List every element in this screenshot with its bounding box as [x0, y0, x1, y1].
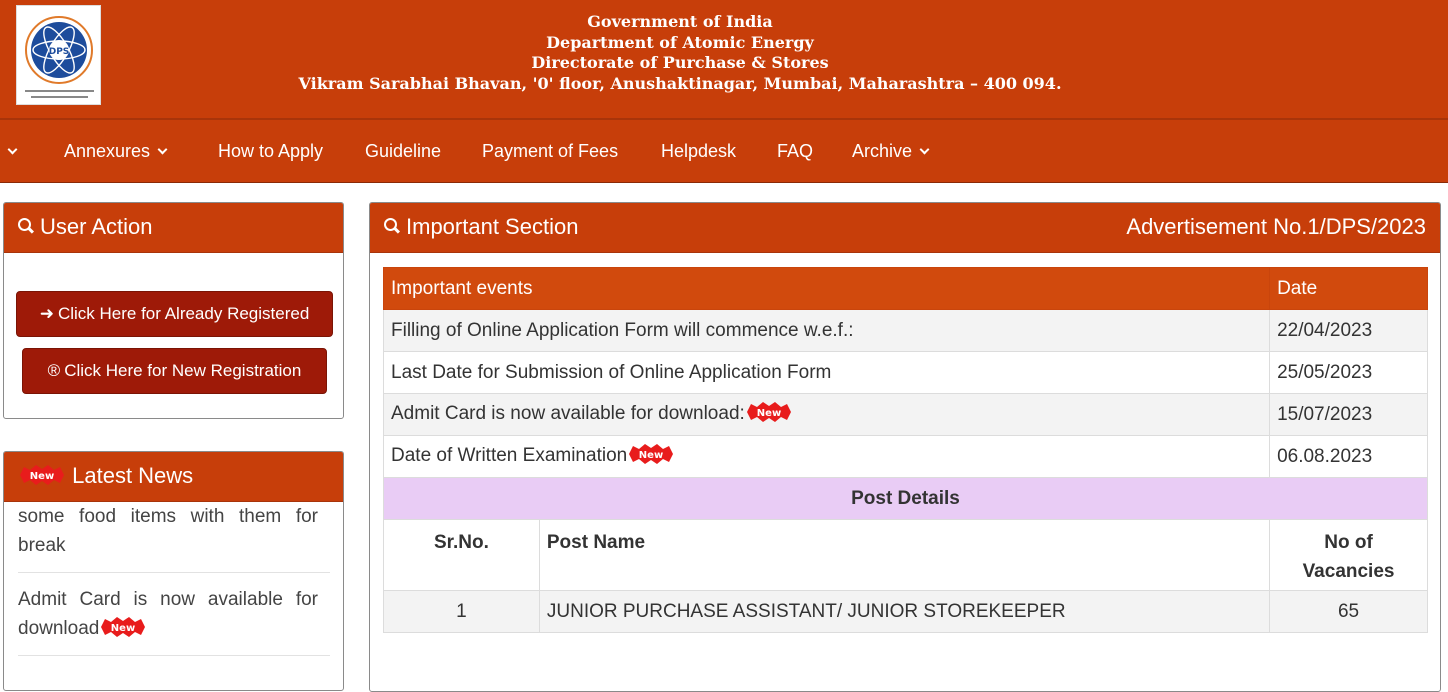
news-item[interactable]: some food items with them for break [18, 502, 318, 560]
date-column-header: Date [1269, 267, 1428, 310]
header-line-directorate: Directorate of Purchase & Stores [531, 53, 829, 72]
registered-icon: ® [47, 361, 61, 380]
svg-text:New: New [30, 471, 54, 482]
table-row: Filling of Online Application Form will … [382, 309, 1428, 352]
nav-item-annexures[interactable]: Annexures [64, 120, 168, 183]
user-action-panel: User Action ➜ Click Here for Already Regi… [3, 202, 344, 419]
sign-in-icon: ➜ [39, 304, 54, 323]
important-events-table: Important events Date Filling of Online … [382, 267, 1428, 633]
news-divider [18, 572, 330, 573]
nav-item-label: Annexures [64, 141, 151, 161]
user-action-header: User Action [4, 203, 343, 253]
nav-item-label: Archive [852, 141, 913, 161]
nav-item-archive[interactable]: Archive [852, 120, 930, 183]
event-name[interactable]: Admit Card is now available for download… [382, 393, 1271, 436]
event-date: 15/07/2023 [1269, 393, 1428, 436]
svg-text:New: New [639, 450, 663, 461]
event-name: Last Date for Submission of Online Appli… [382, 351, 1271, 394]
nav-item-label: How to Apply [218, 141, 324, 161]
news-item[interactable]: Admit Card is now available for download… [18, 585, 318, 643]
important-section-panel: Important Section Advertisement No.1/DPS… [369, 202, 1441, 692]
nav-item-label: Guideline [365, 141, 442, 161]
header-title-block: Government of India Department of Atomic… [0, 12, 1360, 94]
nav-item-menu-dropdown[interactable] [0, 120, 18, 183]
new-registration-button[interactable]: ® Click Here for New Registration [22, 348, 327, 394]
post-vacancies: 65 [1269, 590, 1428, 633]
post-name: JUNIOR PURCHASE ASSISTANT/ JUNIOR STOREK… [538, 590, 1271, 633]
table-row: Date of Written Examination New 06.08.20… [382, 435, 1428, 478]
chevron-down-icon [157, 144, 168, 155]
already-registered-button[interactable]: ➜ Click Here for Already Registered [16, 291, 333, 337]
event-date: 06.08.2023 [1269, 435, 1428, 478]
search-icon [18, 218, 34, 234]
nav-item-guideline[interactable]: Guideline [365, 120, 441, 183]
advertisement-number: Advertisement No.1/DPS/2023 [1126, 214, 1426, 239]
header-line-address: Vikram Sarabhai Bhavan, '0' floor, Anush… [298, 73, 1062, 93]
nav-item-label: FAQ [777, 141, 814, 161]
nav-item-faq[interactable]: FAQ [777, 120, 813, 183]
nav-item-label: Helpdesk [661, 141, 737, 161]
news-divider [18, 655, 330, 656]
vacancies-column-header: No of Vacancies [1269, 519, 1428, 591]
nav-item-label: Payment of Fees [482, 141, 619, 161]
post-details-title: Post Details [383, 477, 1428, 520]
nav-item-helpdesk[interactable]: Helpdesk [661, 120, 736, 183]
new-badge-icon: New [746, 402, 791, 423]
nav-item-payment-of-fees[interactable]: Payment of Fees [482, 120, 618, 183]
table-row[interactable]: Admit Card is now available for download… [382, 393, 1428, 436]
srno-column-header: Sr.No. [383, 519, 540, 591]
svg-text:New: New [111, 623, 135, 634]
nav-item-how-to-apply[interactable]: How to Apply [218, 120, 323, 183]
svg-text:New: New [757, 408, 781, 419]
table-row: Last Date for Submission of Online Appli… [382, 351, 1428, 394]
new-badge-icon: New [20, 465, 64, 486]
event-name: Filling of Online Application Form will … [382, 309, 1271, 352]
new-badge-icon: New [101, 616, 146, 637]
important-section-title: Important Section [406, 214, 579, 239]
site-header: DPS Government of India Department of At… [0, 0, 1448, 118]
search-icon [384, 218, 400, 234]
latest-news-title: Latest News [72, 463, 194, 488]
table-header-row: Important events Date [382, 267, 1428, 310]
user-action-title: User Action [40, 214, 153, 239]
latest-news-panel: New Latest News some food items with the… [3, 451, 344, 691]
main-navbar: Annexures How to Apply Guideline Payment… [0, 118, 1448, 183]
post-header-row: Sr.No. Post Name No of Vacancies [383, 519, 1428, 591]
event-date: 25/05/2023 [1269, 351, 1428, 394]
event-name: Date of Written Examination New [382, 435, 1271, 478]
post-details-row: Post Details [383, 477, 1428, 520]
event-date: 22/04/2023 [1269, 309, 1428, 352]
post-name-column-header: Post Name [538, 519, 1271, 591]
latest-news-header: New Latest News [4, 452, 343, 502]
post-srno: 1 [383, 590, 540, 633]
new-badge-icon: New [629, 444, 674, 465]
table-row: 1 JUNIOR PURCHASE ASSISTANT/ JUNIOR STOR… [383, 590, 1428, 633]
events-column-header: Important events [382, 267, 1271, 310]
important-section-header: Important Section Advertisement No.1/DPS… [370, 203, 1440, 253]
header-line-government: Government of India [587, 12, 773, 31]
chevron-down-icon [7, 144, 18, 155]
chevron-down-icon [919, 144, 930, 155]
header-line-department: Department of Atomic Energy [546, 32, 814, 52]
